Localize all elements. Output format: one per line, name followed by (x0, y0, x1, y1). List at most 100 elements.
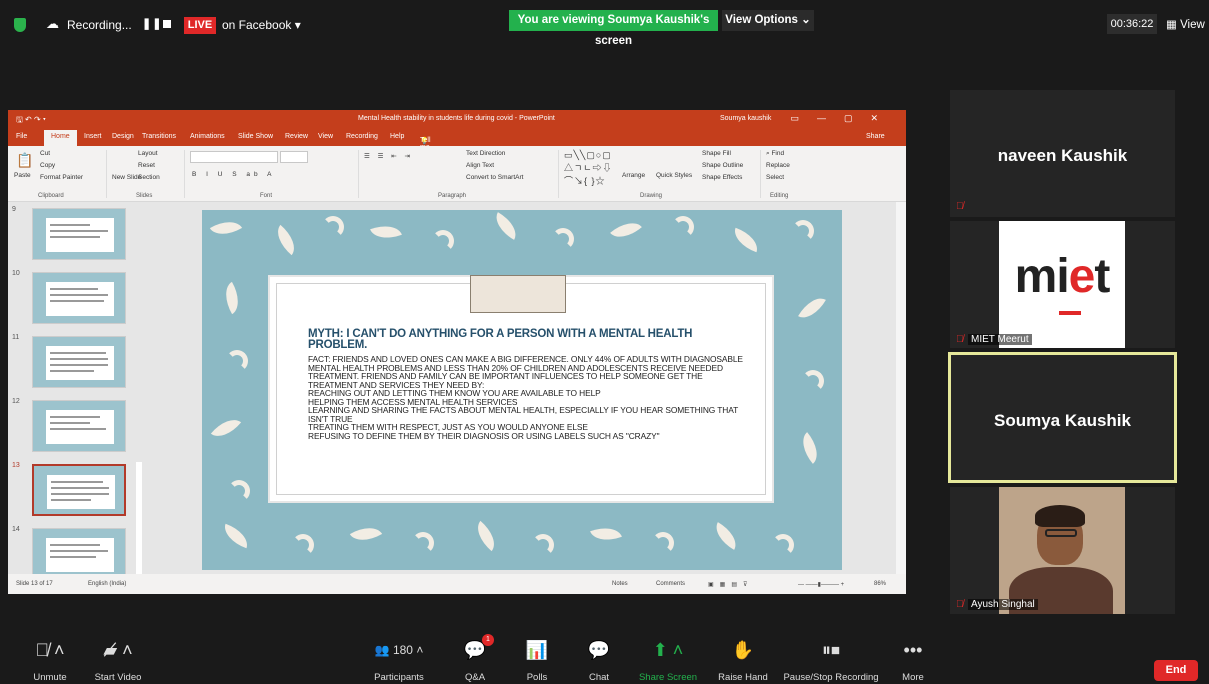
pattern-leaf (590, 521, 622, 547)
shape-effects-button[interactable]: Shape Effects (702, 174, 742, 181)
slide-title[interactable]: MYTH: I CAN'T DO ANYTHING FOR A PERSON W… (308, 328, 728, 351)
slide-content-card: MYTH: I CAN'T DO ANYTHING FOR A PERSON W… (268, 275, 774, 503)
zoom-slider[interactable]: — ——▮——— + (798, 581, 844, 588)
notes-button[interactable]: Notes (612, 581, 628, 587)
body-paragraph: REFUSING TO DEFINE THEM BY THEIR DIAGNOS… (308, 430, 660, 441)
ribbon-home: 📋 Paste Cut Copy Format Painter Clipboar… (8, 146, 906, 202)
muted-mic-icon: 🎙̸ (956, 599, 964, 610)
tab-home[interactable]: Home (44, 130, 77, 146)
cut-button[interactable]: Cut (40, 150, 50, 157)
pattern-leaf (220, 523, 252, 549)
ppt-title-bar: 🖫 ↶ ↷ ▾ Mental Health stability in stude… (8, 110, 906, 129)
convert-smartart-button[interactable]: Convert to SmartArt (466, 174, 523, 181)
slide-vertical-scrollbar[interactable] (896, 202, 906, 574)
paste-icon[interactable]: 📋 (16, 152, 33, 169)
current-slide[interactable]: MYTH: I CAN'T DO ANYTHING FOR A PERSON W… (202, 210, 842, 570)
quick-styles-button[interactable]: Quick Styles (656, 172, 692, 179)
participants-button[interactable]: 👥 180 ˄ Participants (364, 636, 434, 683)
quick-access-toolbar[interactable]: 🖫 ↶ ↷ ▾ (16, 114, 46, 128)
share-screen-button[interactable]: ⬆ ˄ Share Screen (636, 636, 700, 683)
more-button[interactable]: ••• More (896, 636, 930, 683)
security-shield-icon[interactable] (14, 18, 26, 32)
replace-button[interactable]: Replace (766, 162, 790, 169)
chat-button[interactable]: 💬 Chat (584, 636, 614, 683)
participant-name: MIET Meerut (968, 334, 1032, 345)
reset-button[interactable]: Reset (138, 162, 155, 169)
font-size-select[interactable] (280, 151, 308, 163)
stop-recording-icon[interactable] (163, 20, 171, 28)
tab-design[interactable]: Design (112, 133, 134, 140)
comments-button[interactable]: Comments (656, 581, 685, 587)
view-mode-buttons[interactable]: ▣▦▤⊽ (708, 581, 753, 588)
copy-button[interactable]: Copy (40, 162, 55, 169)
start-video-button[interactable]: ▰̸ ˄ Start Video (88, 636, 148, 683)
shapes-gallery[interactable]: ▭╲╲▢○▢ △ㄱㄴ⇨⇩ ⌒↘{ }☆ (564, 150, 613, 187)
live-destination-dropdown[interactable]: on Facebook ▾ (222, 18, 301, 32)
tab-help[interactable]: Help (390, 133, 404, 140)
paste-button[interactable]: Paste (14, 172, 31, 179)
ribbon-separator (106, 150, 107, 198)
new-slide-button[interactable]: New Slide (112, 174, 141, 181)
slide-thumbnail-11[interactable] (32, 336, 126, 388)
font-format-buttons[interactable]: B I U S ab A (192, 171, 275, 178)
format-painter-button[interactable]: Format Painter (40, 174, 83, 181)
view-button[interactable]: ▦ View (1166, 17, 1205, 31)
unmute-button[interactable]: 🎙̸ ˄ Unmute (30, 636, 70, 683)
align-text-button[interactable]: Align Text (466, 162, 494, 169)
pattern-leaf (209, 214, 243, 242)
participant-tile-soumya-active[interactable]: Soumya Kaushik (948, 352, 1177, 483)
slide-number: 14 (12, 526, 20, 533)
font-family-select[interactable] (190, 151, 278, 163)
share-button[interactable]: Share (866, 133, 885, 140)
thumbnail-scrollbar[interactable] (136, 462, 142, 592)
language-status[interactable]: English (India) (88, 581, 126, 587)
pause-recording-icon[interactable]: ❚❚ (142, 17, 162, 30)
tab-transitions[interactable]: Transitions (142, 133, 176, 140)
tab-animations[interactable]: Animations (190, 133, 225, 140)
shape-fill-button[interactable]: Shape Fill (702, 150, 731, 157)
body-paragraph: LEARNING AND SHARING THE FACTS ABOUT MEN… (308, 405, 741, 424)
shape-outline-button[interactable]: Shape Outline (702, 162, 743, 169)
list-buttons[interactable]: ☰ ☰ ⇤ ⇥ (364, 152, 413, 160)
window-controls[interactable]: ▭—▢✕ (790, 113, 896, 124)
tab-view[interactable]: View (318, 133, 333, 140)
view-label: View (1180, 19, 1205, 31)
photo-hair (1035, 505, 1085, 527)
tab-recording[interactable]: Recording (346, 133, 378, 140)
ribbon-tabs: File Home Insert Design Transitions Anim… (8, 129, 906, 186)
cloud-recording-icon: ☁ (46, 16, 59, 31)
tab-review[interactable]: Review (285, 133, 308, 140)
participant-tile-miet[interactable]: miet 🎙̸ MIET Meerut (950, 221, 1175, 348)
participant-tile-ayush[interactable]: 🎙̸ Ayush Singhal (950, 487, 1175, 614)
logo-text-end: t (1094, 250, 1110, 303)
tab-slide-show[interactable]: Slide Show (238, 133, 273, 140)
participant-tile-naveen[interactable]: naveen Kaushik 🎙̸ (950, 90, 1175, 217)
arrange-button[interactable]: Arrange (622, 172, 645, 179)
raise-hand-icon: ✋ (731, 640, 755, 660)
view-options-button[interactable]: View Options ⌄ (722, 10, 814, 31)
slide-thumbnail-9[interactable] (32, 208, 126, 260)
pattern-leaf (730, 227, 762, 253)
slide-thumbnail-13-selected[interactable] (32, 464, 126, 516)
ppt-status-bar: Slide 13 of 17 English (India) Notes Com… (8, 574, 906, 594)
pause-stop-recording-button[interactable]: ⏸⏹ Pause/Stop Recording (782, 636, 880, 683)
slide-thumbnail-10[interactable] (32, 272, 126, 324)
ribbon-separator (558, 150, 559, 198)
pattern-swirl (226, 350, 248, 372)
tab-insert[interactable]: Insert (84, 133, 102, 140)
section-button[interactable]: Section (138, 174, 160, 181)
pattern-swirl (322, 216, 344, 238)
slide-body[interactable]: FACT: FRIENDS AND LOVED ONES CAN MAKE A … (308, 355, 748, 440)
slide-thumbnail-14[interactable] (32, 528, 126, 580)
raise-hand-button[interactable]: ✋ Raise Hand (716, 636, 770, 683)
slide-thumbnail-12[interactable] (32, 400, 126, 452)
polls-button[interactable]: 📊 Polls (522, 636, 552, 683)
text-direction-button[interactable]: Text Direction (466, 150, 505, 157)
zoom-level[interactable]: 86% (874, 581, 886, 587)
select-button[interactable]: Select (766, 174, 784, 181)
share-screen-label: Share Screen (638, 672, 698, 683)
find-button[interactable]: ⌕ Find (766, 150, 784, 158)
tab-file[interactable]: File (16, 133, 27, 140)
end-meeting-button[interactable]: End (1154, 660, 1198, 681)
layout-button[interactable]: Layout (138, 150, 158, 157)
